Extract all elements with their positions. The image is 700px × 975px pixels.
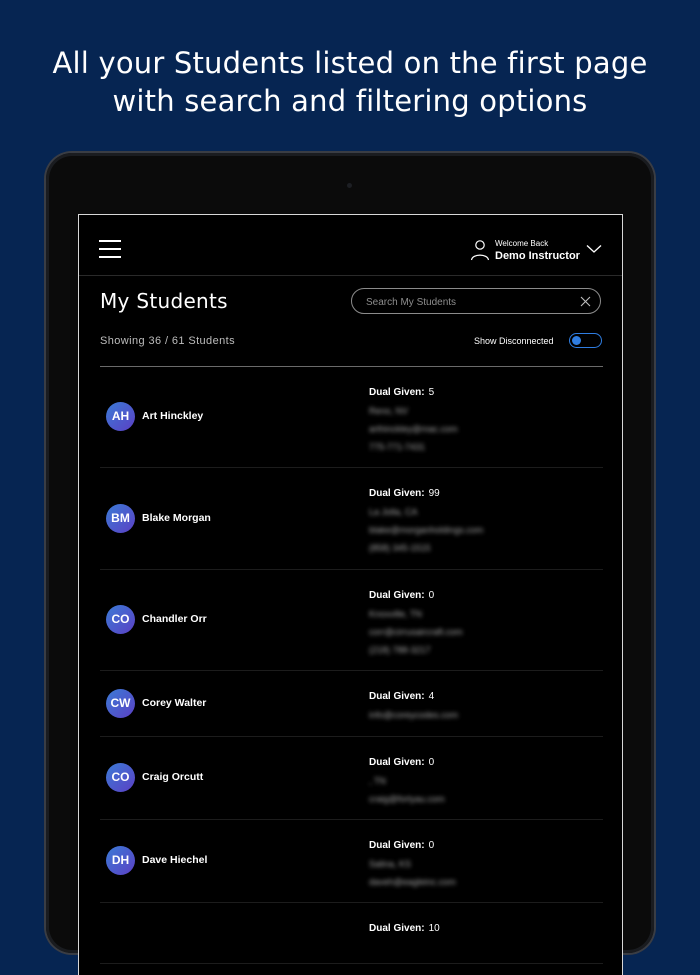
page-title: My Students — [100, 289, 228, 313]
contact-detail: La Jolla, CA — [369, 507, 418, 517]
search-box[interactable] — [351, 288, 601, 314]
dual-given-label: Dual Given: — [369, 923, 425, 934]
contact-detail: 775-771-7431 — [369, 442, 426, 452]
avatar: CO — [106, 763, 135, 792]
dual-given-value: 10 — [428, 923, 440, 934]
student-name: Chandler Orr — [142, 613, 207, 625]
dual-given-label: Dual Given: — [369, 488, 425, 499]
dual-given-value: 99 — [428, 488, 440, 499]
student-row[interactable]: CO Craig Orcutt Dual Given: 0 , TN craig@fort… — [100, 737, 603, 820]
headline-line-1: All your Students listed on the first pa… — [52, 46, 648, 80]
avatar: BM — [106, 504, 135, 533]
student-row[interactable]: DH Dave Hiechel Dual Given: 0 Salina, KS dave… — [100, 820, 603, 903]
dual-given-label: Dual Given: — [369, 757, 425, 768]
contact-detail: Reno, NV — [369, 406, 409, 416]
top-bar: Welcome Back Demo Instructor — [79, 215, 622, 276]
dual-given-label: Dual Given: — [369, 590, 425, 601]
user-name: Demo Instructor — [495, 250, 580, 262]
avatar: AH — [106, 402, 135, 431]
chevron-down-icon[interactable] — [586, 244, 602, 254]
dual-given-label: Dual Given: — [369, 387, 425, 398]
search-input[interactable] — [364, 293, 568, 311]
contact-detail: Salina, KS — [369, 859, 412, 869]
avatar: DH — [106, 846, 135, 875]
student-name: Corey Walter — [142, 697, 207, 709]
dual-given-label: Dual Given: — [369, 840, 425, 851]
close-icon[interactable] — [580, 296, 591, 307]
contact-detail: daveh@eagleinc.com — [369, 877, 456, 887]
show-disconnected-label: Show Disconnected — [474, 336, 554, 346]
contact-detail: Knoxville, TN — [369, 609, 422, 619]
user-greeting[interactable]: Welcome Back Demo Instructor — [495, 239, 580, 263]
dual-given: Dual Given: 99 — [369, 485, 483, 503]
dual-given-value: 4 — [428, 691, 435, 702]
student-row[interactable]: BM Blake Morgan Dual Given: 99 La Jolla, CA b… — [100, 468, 603, 570]
student-details: Dual Given: 0 Knoxville, TN corr@cirrusairc… — [369, 587, 463, 659]
student-count: Showing 36 / 61 Students — [100, 335, 235, 347]
student-name: Dave Hiechel — [142, 854, 208, 866]
student-list: AH Art Hinckley Dual Given: 5 Reno, NV arthin… — [100, 367, 603, 964]
student-name: Craig Orcutt — [142, 771, 204, 783]
dual-given: Dual Given: 0 — [369, 587, 463, 605]
show-disconnected-toggle[interactable] — [569, 333, 602, 348]
dual-given: Dual Given: 4 — [369, 688, 458, 706]
student-details: Dual Given: 5 Reno, NV arthinckley@mac.com 7… — [369, 384, 458, 456]
camera-dot — [347, 183, 352, 188]
dual-given-label: Dual Given: — [369, 691, 425, 702]
dual-given-value: 0 — [428, 757, 435, 768]
avatar: CW — [106, 689, 135, 718]
user-icon[interactable] — [470, 239, 490, 261]
dual-given-value: 5 — [428, 387, 435, 398]
app-screen: Welcome Back Demo Instructor My Students… — [78, 214, 623, 975]
student-details: Dual Given: 99 La Jolla, CA blake@morganhol… — [369, 485, 483, 557]
student-details: Dual Given: 0 Salina, KS daveh@eagleinc.com — [369, 837, 456, 891]
contact-detail: arthinckley@mac.com — [369, 424, 458, 434]
student-details: Dual Given: 4 info@coreycodes.com — [369, 688, 458, 724]
contact-detail: blake@morganholdings.com — [369, 525, 484, 535]
contact-detail: , TN — [369, 776, 386, 786]
student-row[interactable]: CW Corey Walter Dual Given: 4 info@coreycode… — [100, 671, 603, 737]
dual-given: Dual Given: 5 — [369, 384, 458, 402]
student-details: Dual Given: 0 , TN craig@fortyau.com — [369, 754, 445, 808]
dual-given-value: 0 — [428, 590, 435, 601]
welcome-text: Welcome Back — [495, 239, 549, 248]
contact-detail: craig@fortyau.com — [369, 794, 445, 804]
dual-given: Dual Given: 10 — [369, 920, 440, 938]
promo-headline: All your Students listed on the first pa… — [0, 44, 700, 120]
headline-line-2: with search and filtering options — [112, 84, 588, 118]
dual-given-value: 0 — [428, 840, 435, 851]
dual-given: Dual Given: 0 — [369, 837, 456, 855]
menu-icon[interactable] — [99, 240, 121, 258]
dual-given: Dual Given: 0 — [369, 754, 445, 772]
contact-detail: (218) 788-3217 — [369, 645, 431, 655]
contact-detail: corr@cirrusaircraft.com — [369, 627, 463, 637]
student-details: Dual Given: 10 — [369, 920, 440, 938]
toggle-knob — [572, 336, 581, 345]
tablet-frame: Welcome Back Demo Instructor My Students… — [46, 153, 654, 975]
student-name: Blake Morgan — [142, 512, 211, 524]
student-name: Art Hinckley — [142, 410, 204, 422]
student-row[interactable]: AH Art Hinckley Dual Given: 5 Reno, NV arthin… — [100, 367, 603, 468]
student-row[interactable]: CO Chandler Orr Dual Given: 0 Knoxville, TN c… — [100, 570, 603, 671]
contact-detail: (858) 345-1515 — [369, 543, 431, 553]
contact-detail: info@coreycodes.com — [369, 710, 459, 720]
avatar: CO — [106, 605, 135, 634]
